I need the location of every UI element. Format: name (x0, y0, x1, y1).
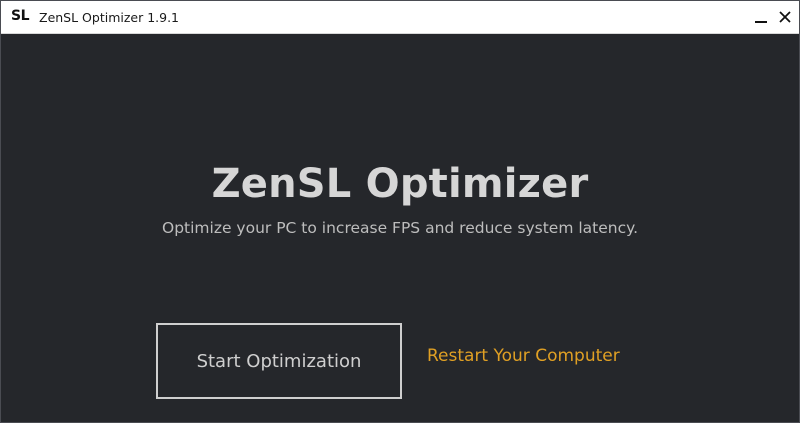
minimize-icon (755, 21, 767, 23)
minimize-button[interactable] (749, 1, 773, 33)
close-icon (779, 11, 791, 23)
window-title: ZenSL Optimizer 1.9.1 (39, 10, 180, 25)
app-window: SL ZenSL Optimizer 1.9.1 ZenSL Optimizer… (0, 0, 800, 423)
title-bar[interactable]: SL ZenSL Optimizer 1.9.1 (1, 1, 799, 34)
restart-computer-link[interactable]: Restart Your Computer (427, 346, 620, 366)
start-optimization-label: Start Optimization (196, 350, 362, 372)
app-logo: SL (11, 8, 30, 24)
start-optimization-button[interactable]: Start Optimization (156, 323, 402, 399)
app-heading: ZenSL Optimizer (211, 161, 589, 207)
close-button[interactable] (773, 1, 797, 33)
app-subtitle: Optimize your PC to increase FPS and red… (162, 219, 638, 237)
